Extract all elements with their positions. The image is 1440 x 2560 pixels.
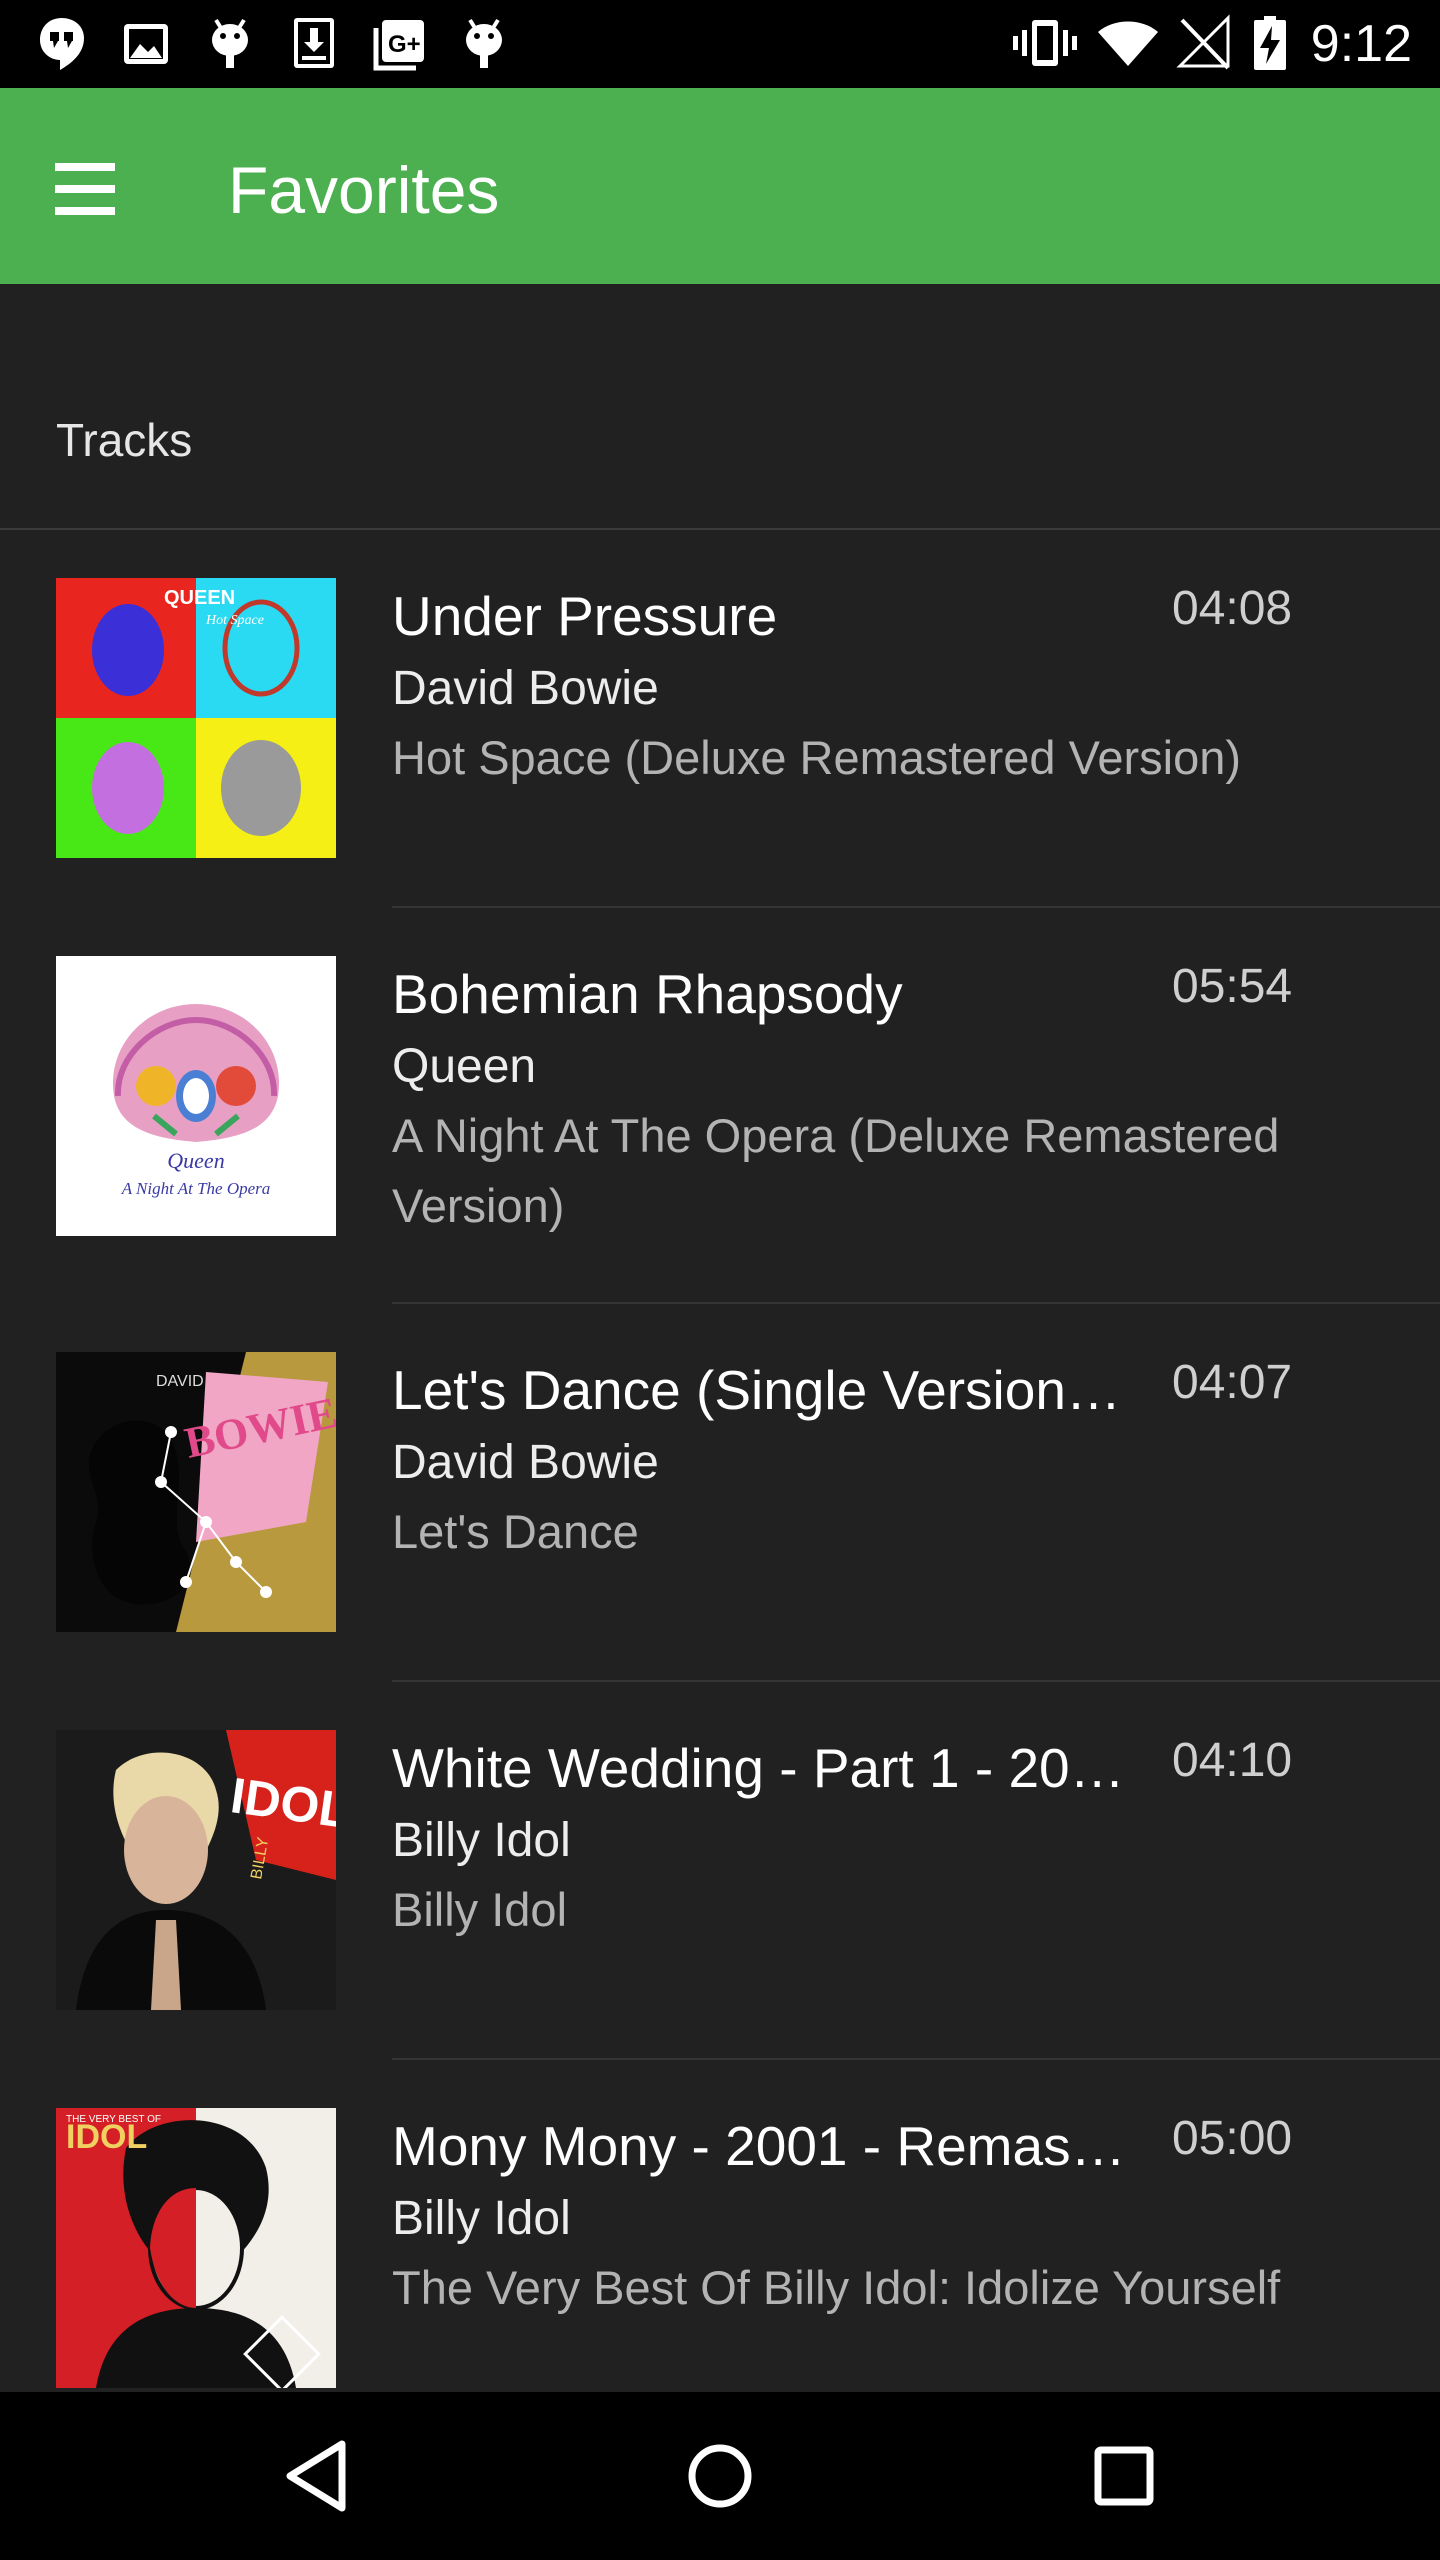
- hangouts-icon: [40, 18, 84, 70]
- track-duration: 04:08: [1172, 582, 1293, 635]
- track-album: The Very Best Of Billy Idol: Idolize You…: [392, 2261, 1281, 2314]
- track-item[interactable]: BOWIE DAVID Let's Dance (Single Version)…: [0, 1304, 1440, 1680]
- android-icon: [466, 18, 502, 68]
- track-album: A Night At The Opera (Deluxe Remastered …: [392, 1109, 1280, 1232]
- track-artist: David Bowie: [392, 662, 659, 715]
- track-artist: Billy Idol: [392, 2192, 571, 2245]
- image-icon: [124, 24, 168, 64]
- track-item[interactable]: IDOL BILLY White Wedding - Part 1 - 200……: [0, 1682, 1440, 2058]
- recents-square-icon[interactable]: [1074, 2426, 1174, 2526]
- section-header-tracks: Tracks: [56, 414, 193, 466]
- cover-subtext: DAVID: [156, 1373, 204, 1390]
- track-album: Hot Space (Deluxe Remastered Version): [392, 731, 1242, 784]
- track-title: Let's Dance (Single Version) …: [392, 1359, 1132, 1421]
- album-cover: BOWIE DAVID: [56, 1352, 336, 1632]
- cover-text: QUEEN: [164, 587, 235, 609]
- track-duration: 05:54: [1172, 960, 1293, 1013]
- page-title: Favorites: [228, 153, 500, 227]
- track-artist: Queen: [392, 1040, 537, 1093]
- album-cover: IDOL THE VERY BEST OF: [56, 2108, 336, 2388]
- track-duration: 05:00: [1172, 2112, 1293, 2165]
- google-plus-icon: G+: [373, 20, 424, 71]
- cover-subtext: A Night At The Opera: [121, 1179, 271, 1198]
- track-item[interactable]: QUEEN Hot Space Under Pressure 04:08 Dav…: [0, 530, 1440, 906]
- track-item[interactable]: IDOL THE VERY BEST OF Mony Mony - 2001 -…: [0, 2060, 1440, 2392]
- track-duration: 04:10: [1172, 1734, 1293, 1787]
- track-artist: David Bowie: [392, 1436, 659, 1489]
- no-signal-icon: [1176, 14, 1230, 70]
- track-duration: 04:07: [1172, 1356, 1293, 1409]
- android-icon: [212, 18, 248, 68]
- track-album: Let's Dance: [392, 1505, 639, 1558]
- cover-subtext: Hot Space: [205, 613, 264, 628]
- album-cover: QUEEN Hot Space: [56, 578, 336, 858]
- album-cover: Queen A Night At The Opera: [56, 956, 336, 1236]
- track-title: White Wedding - Part 1 - 200…: [392, 1737, 1132, 1799]
- app-bar: Favorites: [0, 88, 1440, 284]
- album-cover: IDOL BILLY: [56, 1730, 336, 2010]
- hamburger-menu-icon[interactable]: [40, 144, 130, 234]
- vibrate-icon: [1013, 20, 1077, 66]
- track-artist: Billy Idol: [392, 1814, 571, 1867]
- battery-charging-icon: [1254, 16, 1286, 70]
- navigation-bar: [0, 2392, 1440, 2560]
- track-title: Bohemian Rhapsody: [392, 963, 903, 1025]
- back-triangle-icon[interactable]: [268, 2426, 368, 2526]
- download-icon: [294, 18, 334, 68]
- svg-text:G+: G+: [388, 31, 421, 58]
- track-title: Under Pressure: [392, 585, 778, 647]
- track-item[interactable]: Queen A Night At The Opera Bohemian Rhap…: [0, 908, 1440, 1302]
- status-bar: G+ 9:12: [0, 0, 1440, 88]
- track-album: Billy Idol: [392, 1883, 568, 1936]
- home-circle-icon[interactable]: [670, 2426, 770, 2526]
- cover-text: Queen: [167, 1148, 224, 1173]
- cover-subtext: THE VERY BEST OF: [66, 2114, 161, 2125]
- track-title: Mony Mony - 2001 - Remaster: [392, 2115, 1132, 2177]
- wifi-icon: [1098, 21, 1158, 66]
- status-time: 9:12: [1310, 15, 1412, 73]
